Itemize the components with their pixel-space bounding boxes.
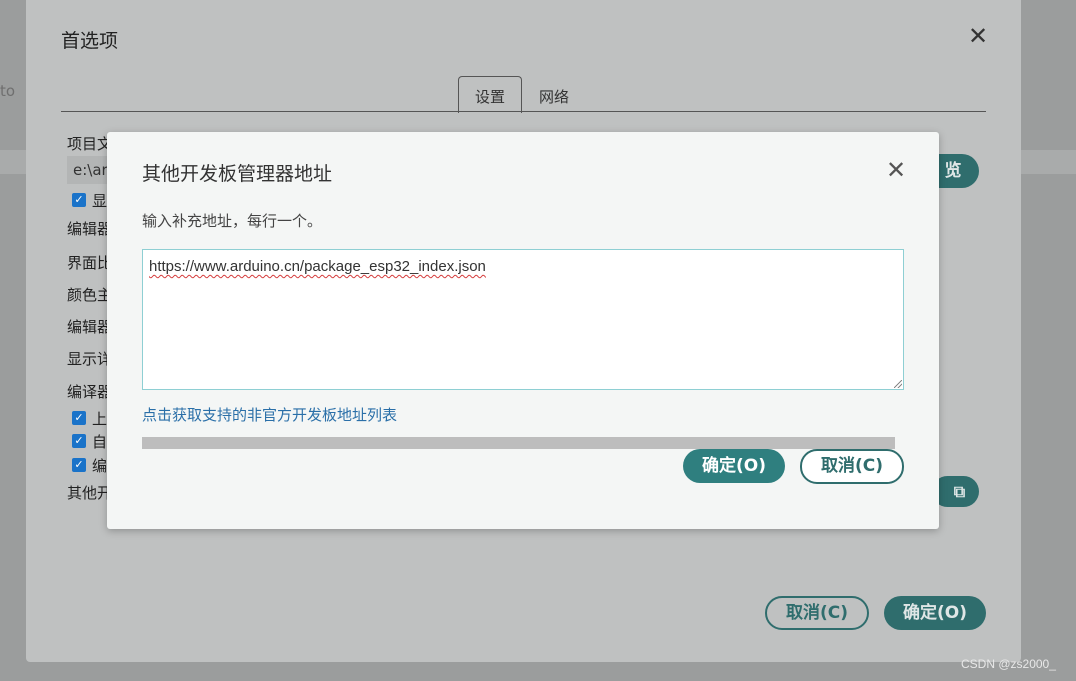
dialog-close-icon[interactable]: ✕ — [886, 158, 906, 182]
background-text: to — [0, 82, 16, 100]
show-checkbox[interactable]: ✓ — [72, 193, 86, 207]
tab-settings[interactable]: 设置 — [458, 76, 522, 113]
preferences-cancel-button[interactable]: 取消(C) — [765, 596, 869, 630]
auto-checkbox-label: 自 — [92, 433, 108, 451]
board-urls-dialog: 其他开发板管理器地址 ✕ 输入补充地址，每行一个。 https://www.ar… — [107, 132, 939, 529]
upload-checkbox[interactable]: ✓ — [72, 411, 86, 425]
window-stack-icon: ⧉ — [953, 482, 966, 501]
auto-checkbox[interactable]: ✓ — [72, 434, 86, 448]
tab-network[interactable]: 网络 — [539, 86, 569, 107]
compile-checkbox[interactable]: ✓ — [72, 458, 86, 472]
preferences-close-icon[interactable]: ✕ — [968, 24, 988, 48]
urls-textarea[interactable]: https://www.arduino.cn/package_esp32_ind… — [142, 249, 904, 390]
preferences-title: 首选项 — [61, 30, 119, 52]
url-line: https://www.arduino.cn/package_esp32_ind… — [149, 258, 486, 275]
dialog-title: 其他开发板管理器地址 — [142, 163, 333, 185]
resize-grip-icon[interactable] — [894, 380, 902, 388]
preferences-ok-button[interactable]: 确定(O) — [884, 596, 986, 630]
dialog-ok-button[interactable]: 确定(O) — [683, 449, 785, 483]
dialog-hint: 输入补充地址，每行一个。 — [142, 212, 323, 230]
theme-label: 颜色主 — [67, 286, 113, 304]
sketchbook-label: 项目文 — [67, 135, 113, 153]
watermark: CSDN @zs2000_ — [961, 657, 1056, 671]
upload-checkbox-label: 上 — [92, 410, 108, 428]
tabs-divider — [61, 111, 986, 112]
editor-language-label: 编辑器 — [67, 318, 113, 336]
progress-bar — [142, 437, 895, 449]
browse-button-label: 览 — [944, 161, 962, 181]
progress-fill — [142, 437, 895, 449]
compiler-label: 编译器 — [67, 383, 113, 401]
verbose-label: 显示详 — [67, 350, 113, 368]
compile-checkbox-label: 编 — [92, 457, 108, 475]
editor-font-label: 编辑器 — [67, 220, 113, 238]
edit-urls-button[interactable]: ⧉ — [932, 476, 979, 507]
unofficial-boards-link[interactable]: 点击获取支持的非官方开发板地址列表 — [142, 404, 397, 425]
show-checkbox-label: 显 — [92, 192, 108, 210]
ui-scale-label: 界面比 — [67, 254, 113, 272]
dialog-cancel-button[interactable]: 取消(C) — [800, 449, 904, 484]
other-boards-label: 其他开 — [67, 484, 113, 502]
